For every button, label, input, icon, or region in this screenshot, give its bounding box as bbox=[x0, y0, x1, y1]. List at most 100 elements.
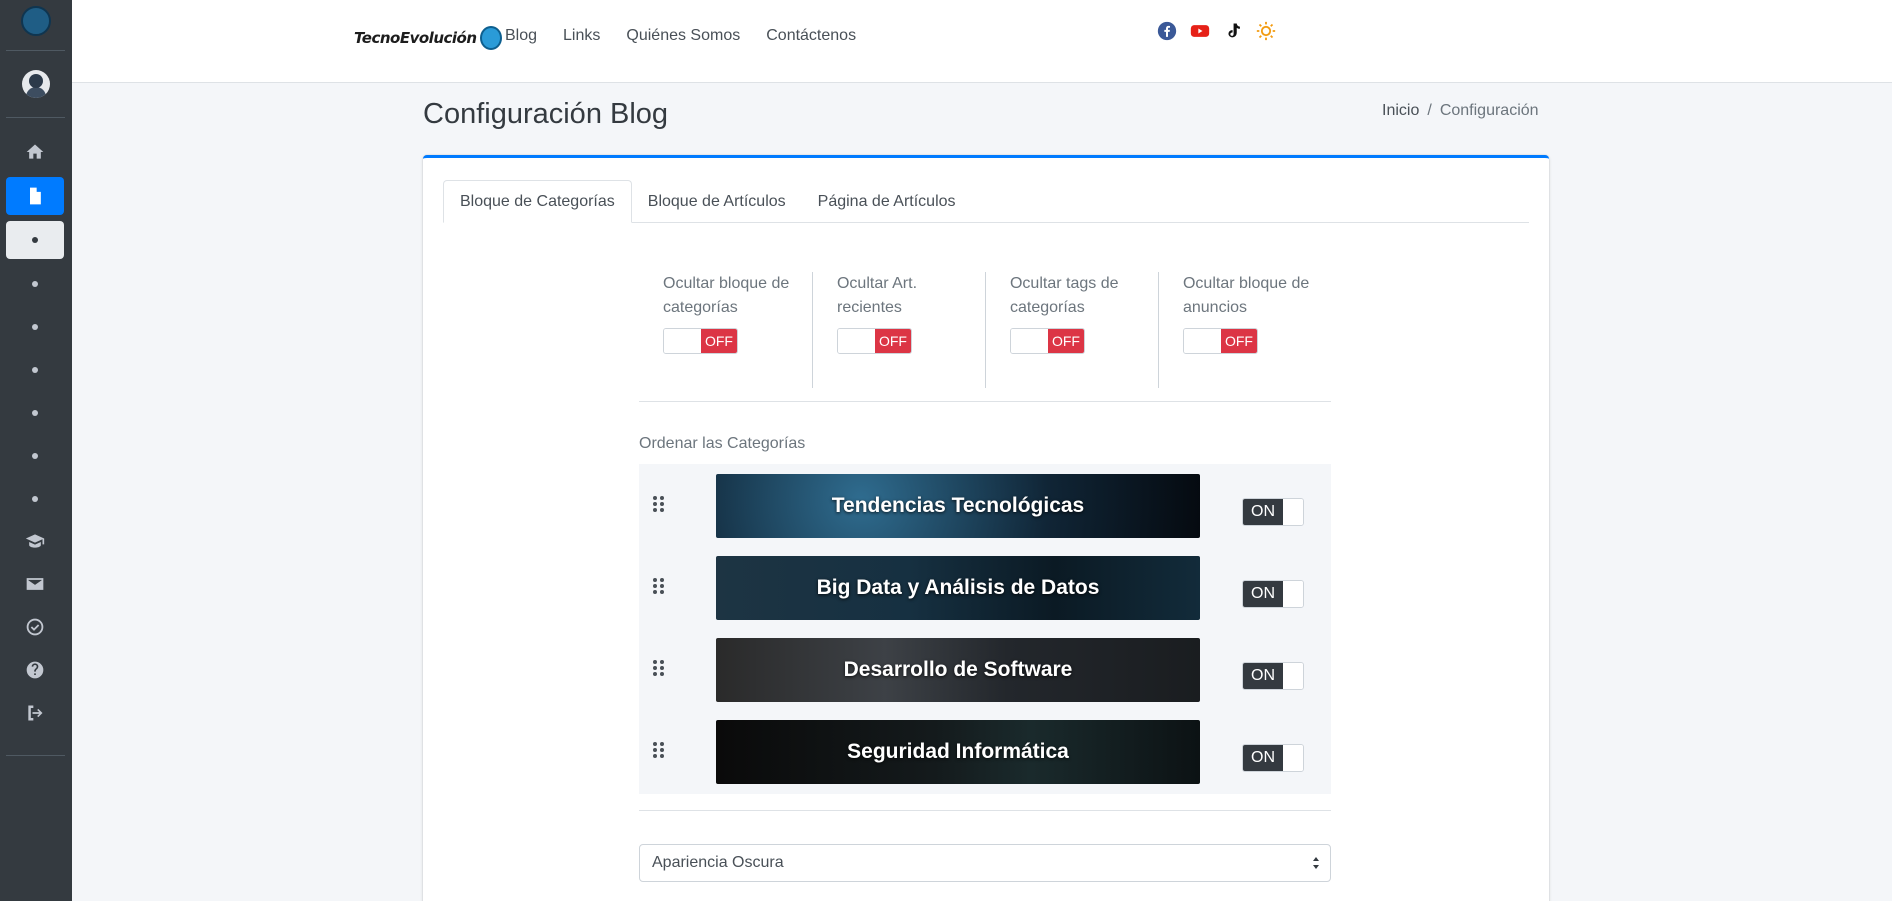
dot-icon bbox=[32, 367, 38, 373]
sidebar-item-blog[interactable] bbox=[6, 177, 64, 215]
dot-icon bbox=[32, 281, 38, 287]
drag-handle-icon[interactable] bbox=[653, 578, 665, 594]
toggle-group: Ocultar Art. recientes OFF bbox=[811, 272, 985, 388]
dot-icon bbox=[32, 410, 38, 416]
toggle-group: Ocultar tags de categorías OFF bbox=[984, 272, 1158, 388]
toggle-label: Ocultar tags de categorías bbox=[1009, 275, 1119, 316]
check-circle-icon bbox=[26, 618, 44, 636]
category-banner: Desarrollo de Software bbox=[716, 638, 1200, 702]
sidebar-subitem[interactable] bbox=[6, 308, 64, 346]
breadcrumb-home[interactable]: Inicio bbox=[1382, 102, 1419, 120]
tiktok-icon[interactable] bbox=[1223, 21, 1243, 41]
page-title: Configuración Blog bbox=[423, 98, 669, 130]
sidebar-divider bbox=[6, 755, 65, 756]
sidebar-subitem[interactable] bbox=[6, 265, 64, 303]
toggle-hide-recent[interactable]: OFF bbox=[836, 328, 912, 354]
nav-link-contactenos[interactable]: Contáctenos bbox=[766, 27, 856, 45]
settings-tabs: Bloque de Categorías Bloque de Artículos… bbox=[443, 180, 1529, 223]
tab-pagina-articulos[interactable]: Página de Artículos bbox=[802, 180, 972, 223]
select-caret-icon bbox=[1313, 857, 1319, 869]
toggle-state: ON bbox=[1243, 663, 1283, 689]
sidebar-subitem[interactable] bbox=[6, 351, 64, 389]
breadcrumb-current: Configuración bbox=[1439, 102, 1539, 119]
brand-logo[interactable]: TecnoEvolución bbox=[354, 26, 502, 50]
dot-icon bbox=[32, 453, 38, 459]
sidebar bbox=[0, 0, 72, 901]
question-circle-icon bbox=[26, 661, 44, 679]
divider bbox=[639, 810, 1331, 811]
toggle-state: ON bbox=[1243, 745, 1283, 771]
divider bbox=[639, 401, 1331, 402]
toggle-group: Ocultar bloque de categorías OFF bbox=[639, 272, 812, 388]
sidebar-subitem[interactable] bbox=[6, 394, 64, 432]
toggle-state: OFF bbox=[874, 329, 911, 353]
category-toggle[interactable]: ON bbox=[1242, 580, 1304, 608]
dot-icon bbox=[32, 237, 38, 243]
tab-bloque-categorias[interactable]: Bloque de Categorías bbox=[443, 180, 632, 223]
logout-icon bbox=[28, 705, 43, 721]
sidebar-item-mail[interactable] bbox=[6, 565, 64, 603]
category-sortable-list: Tendencias Tecnológicas ON Big Data y An… bbox=[639, 464, 1331, 794]
brand-name: TecnoEvolución bbox=[354, 29, 477, 47]
category-toggle[interactable]: ON bbox=[1242, 744, 1304, 772]
category-toggle[interactable]: ON bbox=[1242, 498, 1304, 526]
document-icon bbox=[30, 187, 41, 205]
home-icon bbox=[26, 144, 44, 159]
dot-icon bbox=[32, 496, 38, 502]
sidebar-item-tasks[interactable] bbox=[6, 608, 64, 646]
visibility-toggles: Ocultar bloque de categorías OFF Ocultar… bbox=[639, 272, 1331, 388]
breadcrumb-separator: / bbox=[1427, 102, 1432, 119]
envelope-icon bbox=[26, 578, 44, 590]
drag-handle-icon[interactable] bbox=[653, 496, 665, 512]
category-row: Desarrollo de Software ON bbox=[639, 638, 1331, 702]
top-navbar bbox=[72, 0, 1892, 83]
theme-sun-icon[interactable] bbox=[1256, 21, 1276, 41]
sidebar-item-home[interactable] bbox=[6, 133, 64, 171]
toggle-label: Ocultar bloque de categorías bbox=[663, 275, 790, 316]
category-row: Tendencias Tecnológicas ON bbox=[639, 474, 1331, 538]
toggle-label: Ocultar Art. recientes bbox=[836, 275, 918, 316]
sidebar-divider bbox=[6, 50, 65, 51]
social-links bbox=[1157, 21, 1276, 41]
main-nav: Blog Links Quiénes Somos Contáctenos bbox=[505, 27, 856, 45]
drag-handle-icon[interactable] bbox=[653, 660, 665, 676]
sidebar-item-courses[interactable] bbox=[6, 522, 64, 560]
youtube-icon[interactable] bbox=[1190, 21, 1210, 41]
nav-link-quienes-somos[interactable]: Quiénes Somos bbox=[626, 27, 740, 45]
toggle-label: Ocultar bloque de anuncios bbox=[1182, 275, 1310, 316]
sidebar-subitem-configuracion[interactable] bbox=[6, 221, 64, 259]
breadcrumb: Inicio / Configuración bbox=[1382, 102, 1539, 120]
ai-badge-icon bbox=[479, 26, 502, 50]
toggle-hide-categories[interactable]: OFF bbox=[663, 328, 738, 354]
nav-link-blog[interactable]: Blog bbox=[505, 27, 537, 45]
dot-icon bbox=[32, 324, 38, 330]
sidebar-logo[interactable] bbox=[21, 6, 51, 36]
appearance-select-value: Apariencia Oscura bbox=[652, 854, 784, 871]
order-categories-label: Ordenar las Categorías bbox=[639, 435, 806, 452]
sidebar-item-logout[interactable] bbox=[6, 694, 64, 732]
toggle-state: OFF bbox=[1220, 329, 1257, 353]
nav-link-links[interactable]: Links bbox=[563, 27, 600, 45]
settings-card: Bloque de Categorías Bloque de Artículos… bbox=[423, 155, 1549, 901]
toggle-state: ON bbox=[1243, 499, 1283, 525]
sidebar-divider bbox=[6, 117, 65, 118]
avatar[interactable] bbox=[22, 70, 50, 98]
sidebar-subitem[interactable] bbox=[6, 437, 64, 475]
drag-handle-icon[interactable] bbox=[653, 742, 665, 758]
tab-bloque-articulos[interactable]: Bloque de Artículos bbox=[632, 180, 802, 223]
sidebar-subitem[interactable] bbox=[6, 480, 64, 518]
toggle-state: OFF bbox=[700, 329, 737, 353]
toggle-hide-tags[interactable]: OFF bbox=[1009, 328, 1085, 354]
appearance-select[interactable]: Apariencia Oscura bbox=[639, 844, 1331, 882]
graduation-cap-icon bbox=[25, 534, 45, 548]
facebook-icon[interactable] bbox=[1157, 21, 1177, 41]
sidebar-item-help[interactable] bbox=[6, 651, 64, 689]
category-banner: Big Data y Análisis de Datos bbox=[716, 556, 1200, 620]
toggle-group: Ocultar bloque de anuncios OFF bbox=[1157, 272, 1331, 388]
toggle-state: OFF bbox=[1047, 329, 1084, 353]
category-row: Seguridad Informática ON bbox=[639, 720, 1331, 784]
toggle-state: ON bbox=[1243, 581, 1283, 607]
toggle-hide-ads[interactable]: OFF bbox=[1182, 328, 1258, 354]
category-banner: Seguridad Informática bbox=[716, 720, 1200, 784]
category-toggle[interactable]: ON bbox=[1242, 662, 1304, 690]
